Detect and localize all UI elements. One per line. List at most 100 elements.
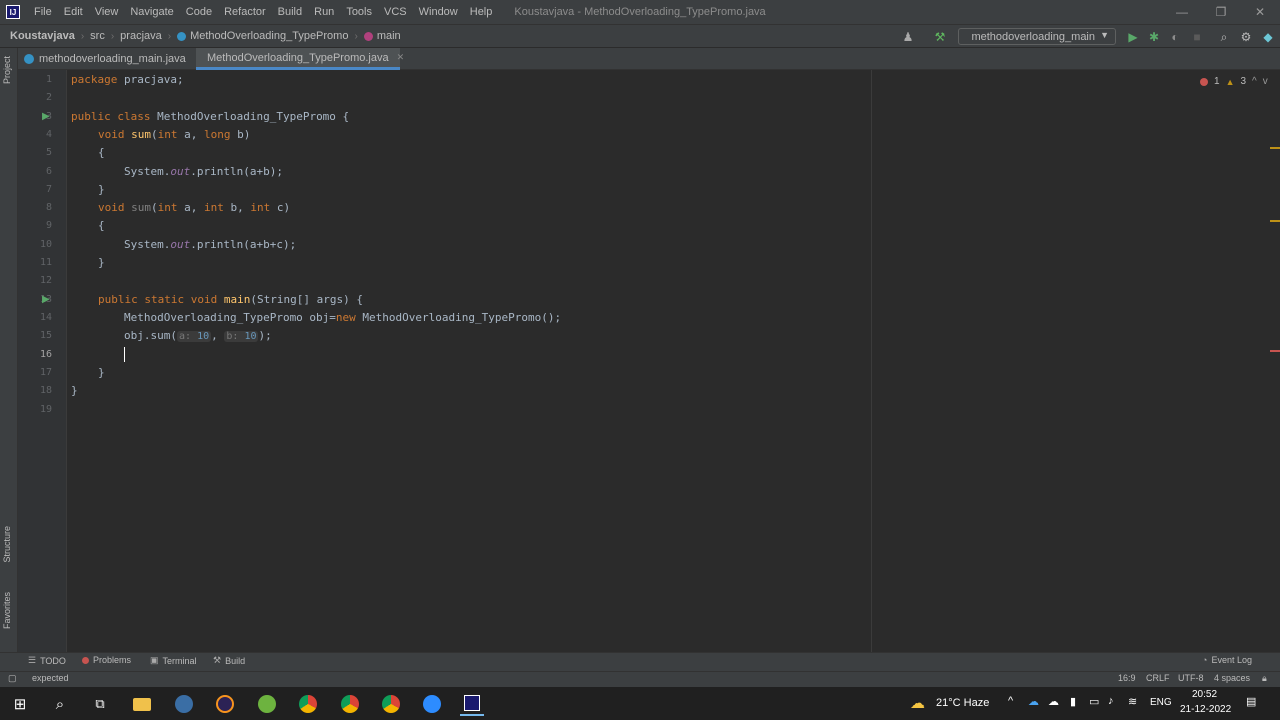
battery-icon[interactable]: ▭	[1089, 695, 1099, 708]
eclipse-icon[interactable]	[213, 692, 237, 716]
menu-help[interactable]: Help	[464, 0, 499, 24]
chevron-down-icon[interactable]: v	[1263, 76, 1268, 87]
line-separator[interactable]: CRLF	[1146, 673, 1170, 683]
app-icon[interactable]	[172, 692, 196, 716]
code-text: (String[] args) {	[250, 293, 363, 306]
project-tool-tab[interactable]: Project	[2, 56, 12, 84]
tab-methodoverloading-main[interactable]: methodoverloading_main.java	[24, 48, 194, 70]
error-stripe-marker[interactable]	[1270, 350, 1280, 352]
menu-tools[interactable]: Tools	[340, 0, 378, 24]
clock-time[interactable]: 20:52	[1192, 689, 1217, 700]
line-number: 9	[45, 220, 52, 231]
coverage-icon[interactable]: ◐	[1167, 29, 1183, 45]
event-log-button[interactable]: ◔ Event Log	[1202, 655, 1252, 665]
debug-icon[interactable]: ✱	[1146, 29, 1162, 45]
line-number: 5	[45, 147, 52, 158]
weather-text[interactable]: 21°C Haze	[936, 697, 989, 709]
breadcrumb-class[interactable]: MethodOverloading_TypePromo	[177, 30, 348, 42]
warning-stripe-marker[interactable]	[1270, 147, 1280, 149]
terminal-tool-button[interactable]: ▣ Terminal	[150, 655, 197, 666]
menu-edit[interactable]: Edit	[58, 0, 89, 24]
breadcrumb-src[interactable]: src	[90, 30, 105, 42]
notification-icon[interactable]: ▤	[1246, 695, 1256, 708]
code-line-7: }	[98, 183, 105, 196]
weather-icon[interactable]: ☁	[910, 694, 925, 712]
volume-icon[interactable]: ♪	[1108, 695, 1114, 707]
menu-code[interactable]: Code	[180, 0, 218, 24]
breadcrumb-method-label: main	[376, 30, 401, 42]
chrome-icon[interactable]	[296, 692, 320, 716]
close-icon[interactable]: ✕	[1240, 0, 1280, 24]
code-line-15: obj.sum(a: 10, b: 10);	[124, 327, 272, 345]
run-gutter-icon[interactable]: ▶	[42, 294, 50, 305]
favorites-tool-tab[interactable]: Favorites	[2, 592, 12, 629]
menu-navigate[interactable]: Navigate	[124, 0, 179, 24]
tab-label: MethodOverloading_TypePromo.java	[207, 51, 389, 64]
onedrive-icon[interactable]: ☁	[1028, 695, 1039, 708]
menu-vcs[interactable]: VCS	[378, 0, 413, 24]
breadcrumb-project[interactable]: Koustavjava	[10, 30, 75, 42]
menu-file[interactable]: File	[28, 0, 58, 24]
file-encoding[interactable]: UTF-8	[1178, 673, 1204, 683]
plugin-icon[interactable]: ◆	[1260, 29, 1276, 45]
run-icon[interactable]: ▶	[1125, 29, 1141, 45]
chrome-icon[interactable]	[379, 692, 403, 716]
spring-tool-icon[interactable]	[255, 692, 279, 716]
line-number: 8	[45, 202, 52, 213]
search-icon[interactable]: ⌕	[48, 692, 72, 716]
code-line-18: }	[71, 384, 78, 397]
maximize-icon[interactable]: ❐	[1201, 0, 1241, 24]
stop-icon[interactable]: ■	[1189, 29, 1205, 45]
run-configuration-dropdown[interactable]: methodoverloading_main ▼	[958, 28, 1116, 45]
method-icon	[363, 31, 373, 41]
todo-tool-button[interactable]: ☰ TODO	[28, 655, 66, 666]
windows-taskbar: ⊞ ⌕ ⧉ ☁ 21°C Haze ^ ☁ ☁ ▮ ▭ ♪ ≋ ENG 20:5…	[0, 687, 1280, 720]
tab-methodoverloading-typepromo[interactable]: MethodOverloading_TypePromo.java ✕	[196, 48, 404, 70]
clock-date[interactable]: 21-12-2022	[1180, 704, 1231, 715]
menu-run[interactable]: Run	[308, 0, 340, 24]
minimize-icon[interactable]: —	[1162, 0, 1202, 24]
code-text: obj.sum(	[124, 329, 177, 342]
zoom-icon[interactable]	[420, 692, 444, 716]
indent-setting[interactable]: 4 spaces	[1214, 673, 1250, 683]
build-hammer-icon[interactable]: ⚒	[932, 29, 948, 45]
warning-icon: ▲	[1225, 76, 1235, 87]
menu-refactor[interactable]: Refactor	[218, 0, 272, 24]
lock-icon[interactable]: 🔒︎	[1262, 673, 1267, 684]
language-indicator[interactable]: ENG	[1150, 697, 1172, 708]
breadcrumb-method[interactable]: main	[363, 30, 401, 42]
tab-close-icon[interactable]: ✕	[397, 52, 405, 63]
status-bar: ▢ expected 16:9 CRLF UTF-8 4 spaces 🔒︎	[0, 671, 1280, 687]
warning-stripe-marker[interactable]	[1270, 220, 1280, 222]
microphone-icon[interactable]: ▮	[1070, 695, 1076, 708]
user-icon[interactable]: ♟	[900, 29, 916, 45]
breadcrumb-separator-icon: ›	[167, 30, 172, 42]
windows-start-icon[interactable]: ⊞	[8, 692, 32, 716]
file-explorer-icon[interactable]	[130, 692, 154, 716]
wifi-icon[interactable]: ≋	[1128, 695, 1137, 708]
search-icon[interactable]: ⌕	[1216, 29, 1232, 45]
menu-build[interactable]: Build	[272, 0, 308, 24]
chevron-up-icon[interactable]: ^	[1008, 695, 1013, 707]
run-gutter-icon[interactable]: ▶	[42, 111, 50, 122]
line-number: 6	[45, 166, 52, 177]
menu-window[interactable]: Window	[413, 0, 464, 24]
problems-tool-button[interactable]: Problems	[82, 655, 131, 665]
inspection-widget[interactable]: 1 ▲ 3 ^ v	[1200, 76, 1268, 87]
status-toggle-icon[interactable]: ▢	[8, 673, 17, 684]
chrome-icon[interactable]	[338, 692, 362, 716]
intellij-taskbar-icon[interactable]	[460, 692, 484, 716]
breadcrumb-separator-icon: ›	[80, 30, 85, 42]
cloud-icon[interactable]: ☁	[1048, 695, 1059, 708]
line-number: 12	[39, 275, 52, 286]
caret-position[interactable]: 16:9	[1118, 673, 1136, 683]
build-tool-button[interactable]: ⚒ Build	[213, 655, 245, 666]
structure-tool-tab[interactable]: Structure	[2, 526, 12, 563]
task-view-icon[interactable]: ⧉	[88, 692, 112, 716]
code-editor[interactable]: package pracjava; public class MethodOve…	[67, 70, 1280, 652]
settings-gear-icon[interactable]: ⚙	[1238, 29, 1254, 45]
breadcrumb-package[interactable]: pracjava	[120, 30, 162, 42]
keyword: package	[71, 73, 118, 86]
chevron-up-icon[interactable]: ^	[1252, 76, 1257, 87]
menu-view[interactable]: View	[89, 0, 125, 24]
